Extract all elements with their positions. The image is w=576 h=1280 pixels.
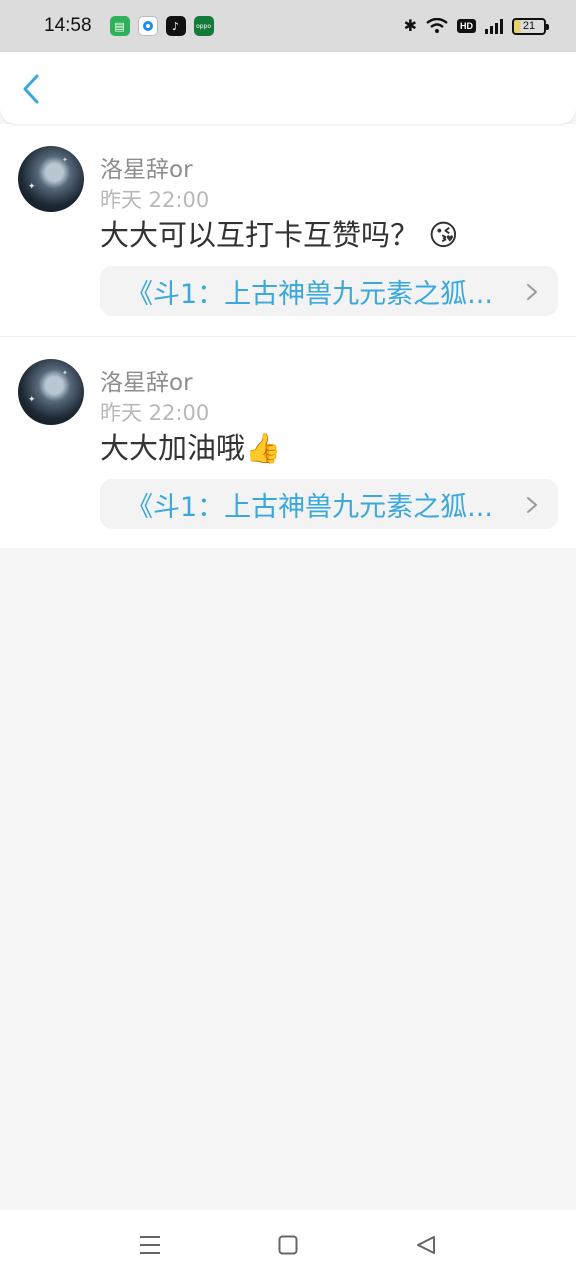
comment-emoji: 😘 <box>428 218 459 252</box>
avatar[interactable] <box>18 359 84 425</box>
comment-text: 大大可以互打卡互赞吗？ 😘 <box>100 212 458 254</box>
menu-icon <box>140 1236 160 1254</box>
chevron-left-icon <box>23 74 39 104</box>
comment-emoji: 👍 <box>245 431 282 465</box>
comment-username[interactable]: 洛星辞or <box>100 363 193 397</box>
battery-icon: 21 <box>512 17 549 35</box>
hd-badge: HD <box>457 19 476 33</box>
browser-icon <box>137 16 158 36</box>
messages-icon: ▤ <box>109 16 130 36</box>
comment-text-content: 大大加油哦 <box>100 431 246 465</box>
comment-username[interactable]: 洛星辞or <box>100 150 193 184</box>
oppo-icon: oppo <box>193 16 214 36</box>
home-square-icon <box>278 1235 298 1255</box>
comment-time: 昨天 22:00 <box>100 188 210 212</box>
system-nav-bar <box>0 1210 576 1280</box>
book-title: 《斗1：上古神兽九元素之狐... <box>126 278 493 310</box>
chevron-right-icon <box>527 284 537 300</box>
battery-level: 21 <box>522 20 536 32</box>
comment-time: 昨天 22:00 <box>100 401 210 425</box>
chevron-right-icon <box>527 497 537 513</box>
comment-item: 洛星辞or 昨天 22:00 大大加油哦👍 《斗1：上古神兽九元素之狐... <box>0 336 576 548</box>
status-time: 14:58 <box>44 15 92 36</box>
back-triangle-icon <box>417 1236 435 1254</box>
menu-button[interactable] <box>137 1232 163 1258</box>
wifi-icon <box>426 18 448 33</box>
comment-list: 洛星辞or 昨天 22:00 大大可以互打卡互赞吗？ 😘 《斗1：上古神兽九元素… <box>0 124 576 548</box>
home-button[interactable] <box>275 1232 301 1258</box>
book-link[interactable]: 《斗1：上古神兽九元素之狐... <box>100 266 558 316</box>
comment-text: 大大加油哦👍 <box>100 425 281 467</box>
signal-icon <box>485 18 503 34</box>
back-button[interactable] <box>14 72 48 106</box>
status-bar: 14:58 ▤ ♪ oppo ✱ HD 21 <box>0 0 576 52</box>
status-right: ✱ HD 21 <box>403 16 549 35</box>
book-link[interactable]: 《斗1：上古神兽九元素之狐... <box>100 479 558 529</box>
notification-icons: ▤ ♪ oppo <box>109 16 214 36</box>
book-title: 《斗1：上古神兽九元素之狐... <box>126 491 493 523</box>
bluetooth-icon: ✱ <box>403 16 417 35</box>
avatar[interactable] <box>18 146 84 212</box>
comment-text-content: 大大可以互打卡互赞吗？ <box>100 218 420 252</box>
tiktok-icon: ♪ <box>165 16 186 36</box>
top-nav <box>0 52 576 124</box>
back-nav-button[interactable] <box>413 1232 439 1258</box>
comment-item: 洛星辞or 昨天 22:00 大大可以互打卡互赞吗？ 😘 《斗1：上古神兽九元素… <box>0 124 576 336</box>
